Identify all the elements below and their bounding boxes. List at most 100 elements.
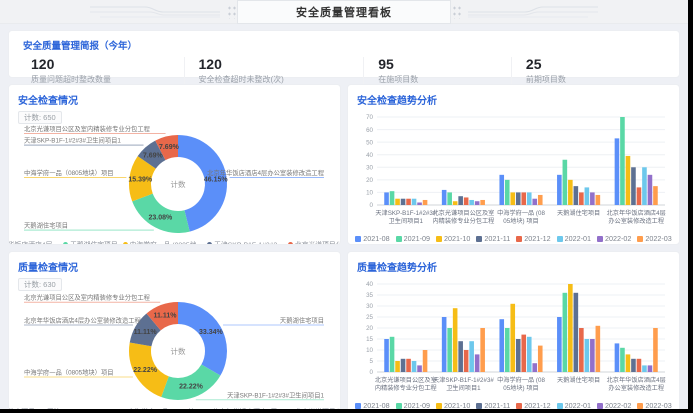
svg-text:北京光谦项目公区及室: 北京光谦项目公区及室 <box>375 376 437 384</box>
svg-text:计数: 计数 <box>171 179 186 189</box>
svg-text:15.39%: 15.39% <box>128 176 153 183</box>
svg-text:中海学府一品 (08: 中海学府一品 (08 <box>497 376 545 384</box>
legend-item[interactable]: 2021-12 <box>516 234 550 243</box>
svg-text:30: 30 <box>366 164 373 171</box>
stat-active-projects: 95 在施项目数 <box>363 57 511 85</box>
chart-grid: 安全检查情况 计数: 650 北京年华饭店酒店4层办公室装修改造工程天鹅湖住宅项… <box>8 84 680 409</box>
svg-text:卫生间项目1: 卫生间项目1 <box>389 217 424 225</box>
legend-item[interactable]: 2022-02 <box>597 234 631 243</box>
legend-item[interactable]: 2022-03 <box>637 234 671 243</box>
svg-text:北京年华饭店酒店4层: 北京年华饭店酒店4层 <box>607 376 666 384</box>
legend-item[interactable]: 天鹅湖住宅项目 <box>63 239 118 245</box>
legend-item[interactable]: 2021-11 <box>476 401 510 409</box>
legend-item[interactable]: 中海学府一品 (0805地... <box>123 239 203 245</box>
safety-inspection-donut-chart[interactable]: 北京年华饭店酒店4层办公室装修改造工程天鹅湖住宅项目中海学府一品（0805地块）… <box>18 125 331 245</box>
summary-title: 安全质量管理简报（今年） <box>23 38 665 52</box>
svg-text:60: 60 <box>366 127 373 134</box>
top-header-bar: 安全质量管理看板 <box>0 0 688 24</box>
svg-text:北京年华饭店酒店4层: 北京年华饭店酒店4层 <box>607 209 666 217</box>
pie-legend: 天鹅湖住宅项目天津SKP-B1F-1#2#3...中海学府一品 (0805地..… <box>18 406 331 409</box>
svg-text:天鹅湖住宅项目: 天鹅湖住宅项目 <box>557 376 600 384</box>
svg-text:22.22%: 22.22% <box>179 384 204 391</box>
circuit-lines-left-icon <box>90 3 220 21</box>
svg-text:北京光谦项目公区及室内精装修专业分包工程: 北京光谦项目公区及室内精装修专业分包工程 <box>24 293 151 302</box>
legend-item[interactable]: 2022-01 <box>557 401 591 409</box>
svg-text:办公室装修改造工程: 办公室装修改造工程 <box>608 384 664 392</box>
svg-text:22.22%: 22.22% <box>133 367 158 374</box>
svg-text:11.11%: 11.11% <box>134 329 158 336</box>
quality-trend-bar-chart[interactable]: 0510152025303540北京光谦项目公区及室内精装修专业分包工程天津SK… <box>357 278 670 409</box>
stat-safety-overdue: 120 安全检查超时未整改(次) <box>184 57 364 85</box>
svg-text:办公室装修改造工程: 办公室装修改造工程 <box>608 217 664 225</box>
pie-legend: 北京年华饭店酒店4层...天鹅湖住宅项目中海学府一品 (0805地...天津SK… <box>18 239 331 245</box>
svg-text:天津SKP-B1F-1#2#3#卫生间项目1: 天津SKP-B1F-1#2#3#卫生间项目1 <box>227 390 324 399</box>
svg-text:0: 0 <box>370 369 374 376</box>
safety-trend-bar-chart[interactable]: 010203040506070天津SKP-B1F-1#2#3#卫生间项目1北京光… <box>357 111 670 243</box>
svg-text:0: 0 <box>370 202 374 209</box>
svg-text:50: 50 <box>366 139 373 146</box>
svg-text:70: 70 <box>366 114 373 121</box>
legend-item[interactable]: 2022-02 <box>597 401 631 409</box>
dot-grid-left-icon <box>226 4 237 19</box>
donut-svg: 北京年华饭店酒店4层办公室装修改造工程天鹅湖住宅项目中海学府一品（0805地块）… <box>18 125 330 238</box>
bar-svg: 010203040506070天津SKP-B1F-1#2#3#卫生间项目1北京光… <box>357 111 669 232</box>
legend-item[interactable]: 2021-11 <box>476 234 510 243</box>
panel-title: 安全检查趋势分析 <box>357 92 670 107</box>
svg-text:天津SKP-B1F-1#2#3#: 天津SKP-B1F-1#2#3# <box>433 376 494 384</box>
svg-text:中海学府一品 (08: 中海学府一品 (08 <box>497 209 545 217</box>
svg-text:天津SKP-B1F-1#2#3#卫生间项目1: 天津SKP-B1F-1#2#3#卫生间项目1 <box>24 136 121 145</box>
donut-svg: 天鹅湖住宅项目天津SKP-B1F-1#2#3#卫生间项目1中海学府一品（0805… <box>18 292 330 405</box>
svg-text:15: 15 <box>366 336 373 343</box>
legend-item[interactable]: 2021-08 <box>355 234 389 243</box>
legend-item[interactable]: 2021-10 <box>436 234 470 243</box>
svg-text:北京光谦项目公区及室内精装修专业分包工程: 北京光谦项目公区及室内精装修专业分包工程 <box>24 125 151 133</box>
legend-item[interactable]: 北京年华饭店酒店4层... <box>205 406 283 409</box>
svg-text:卫生间项目1: 卫生间项目1 <box>446 384 481 392</box>
legend-item[interactable]: 中海学府一品 (0805地... <box>121 406 201 409</box>
legend-item[interactable]: 北京光谦项目公区及部... <box>288 406 341 409</box>
stat-quality-overdue: 120 质量问题超时整改数量 <box>23 57 184 85</box>
svg-text:7.69%: 7.69% <box>143 153 164 160</box>
stat-value: 95 <box>378 57 511 72</box>
header-left-decoration <box>90 3 237 21</box>
svg-text:40: 40 <box>366 281 373 288</box>
circuit-lines-right-icon <box>468 3 598 21</box>
dashboard-screen: 安全质量管理看板 安全质量管理简报（今年） 120 质量问题超时整改数量 120… <box>0 0 688 409</box>
svg-text:北京年华饭店酒店4层办公室装修改造工程: 北京年华饭店酒店4层办公室装修改造工程 <box>24 315 142 324</box>
legend-item[interactable]: 2021-10 <box>436 401 470 409</box>
legend-item[interactable]: 2021-09 <box>396 401 430 409</box>
svg-text:天鹅湖住宅项目: 天鹅湖住宅项目 <box>557 209 600 217</box>
panel-title: 质量检查情况 <box>18 259 331 274</box>
svg-text:20: 20 <box>366 177 373 184</box>
count-tag: 计数: 650 <box>18 111 62 124</box>
stat-early-projects: 25 前期项目数 <box>511 57 665 85</box>
header-right-decoration <box>451 3 598 21</box>
summary-card: 安全质量管理简报（今年） 120 质量问题超时整改数量 120 安全检查超时未整… <box>8 30 680 78</box>
legend-item[interactable]: 2021-08 <box>355 401 389 409</box>
dashboard-title: 安全质量管理看板 <box>237 0 451 24</box>
svg-text:中海学府一品（0805地块）项目: 中海学府一品（0805地块）项目 <box>24 367 114 376</box>
svg-text:11.11%: 11.11% <box>154 312 178 319</box>
legend-item[interactable]: 2022-01 <box>557 234 591 243</box>
stat-value: 120 <box>31 57 184 72</box>
svg-text:计数: 计数 <box>171 346 186 356</box>
svg-text:20: 20 <box>366 325 373 332</box>
bar-legend: 2021-08 2021-09 2021-10 2021-11 2021-12 2022-… <box>357 234 670 243</box>
legend-item[interactable]: 2022-03 <box>637 401 671 409</box>
svg-text:33.34%: 33.34% <box>199 329 224 336</box>
stat-value: 25 <box>526 57 665 72</box>
legend-item[interactable]: 2021-09 <box>396 234 430 243</box>
legend-item[interactable]: 天津SKP-B1F-1#2#3... <box>207 239 283 245</box>
svg-text:北京光谦项目公区及室: 北京光谦项目公区及室 <box>432 209 494 217</box>
quality-inspection-donut-chart[interactable]: 天鹅湖住宅项目天津SKP-B1F-1#2#3#卫生间项目1中海学府一品（0805… <box>18 292 331 409</box>
legend-item[interactable]: 2021-12 <box>516 401 550 409</box>
legend-item[interactable]: 北京年华饭店酒店4层... <box>8 239 58 245</box>
svg-text:7.69%: 7.69% <box>159 144 180 151</box>
legend-item[interactable]: 北京光谦项目公区及部... <box>288 239 341 245</box>
legend-item[interactable]: 天津SKP-B1F-1#2#3... <box>40 406 116 409</box>
legend-item[interactable]: 天鹅湖住宅项目 <box>8 406 35 409</box>
svg-text:23.08%: 23.08% <box>148 215 173 222</box>
panel-title: 质量检查趋势分析 <box>357 259 670 274</box>
svg-text:30: 30 <box>366 303 373 310</box>
summary-stats: 120 质量问题超时整改数量 120 安全检查超时未整改(次) 95 在施项目数… <box>23 57 665 85</box>
